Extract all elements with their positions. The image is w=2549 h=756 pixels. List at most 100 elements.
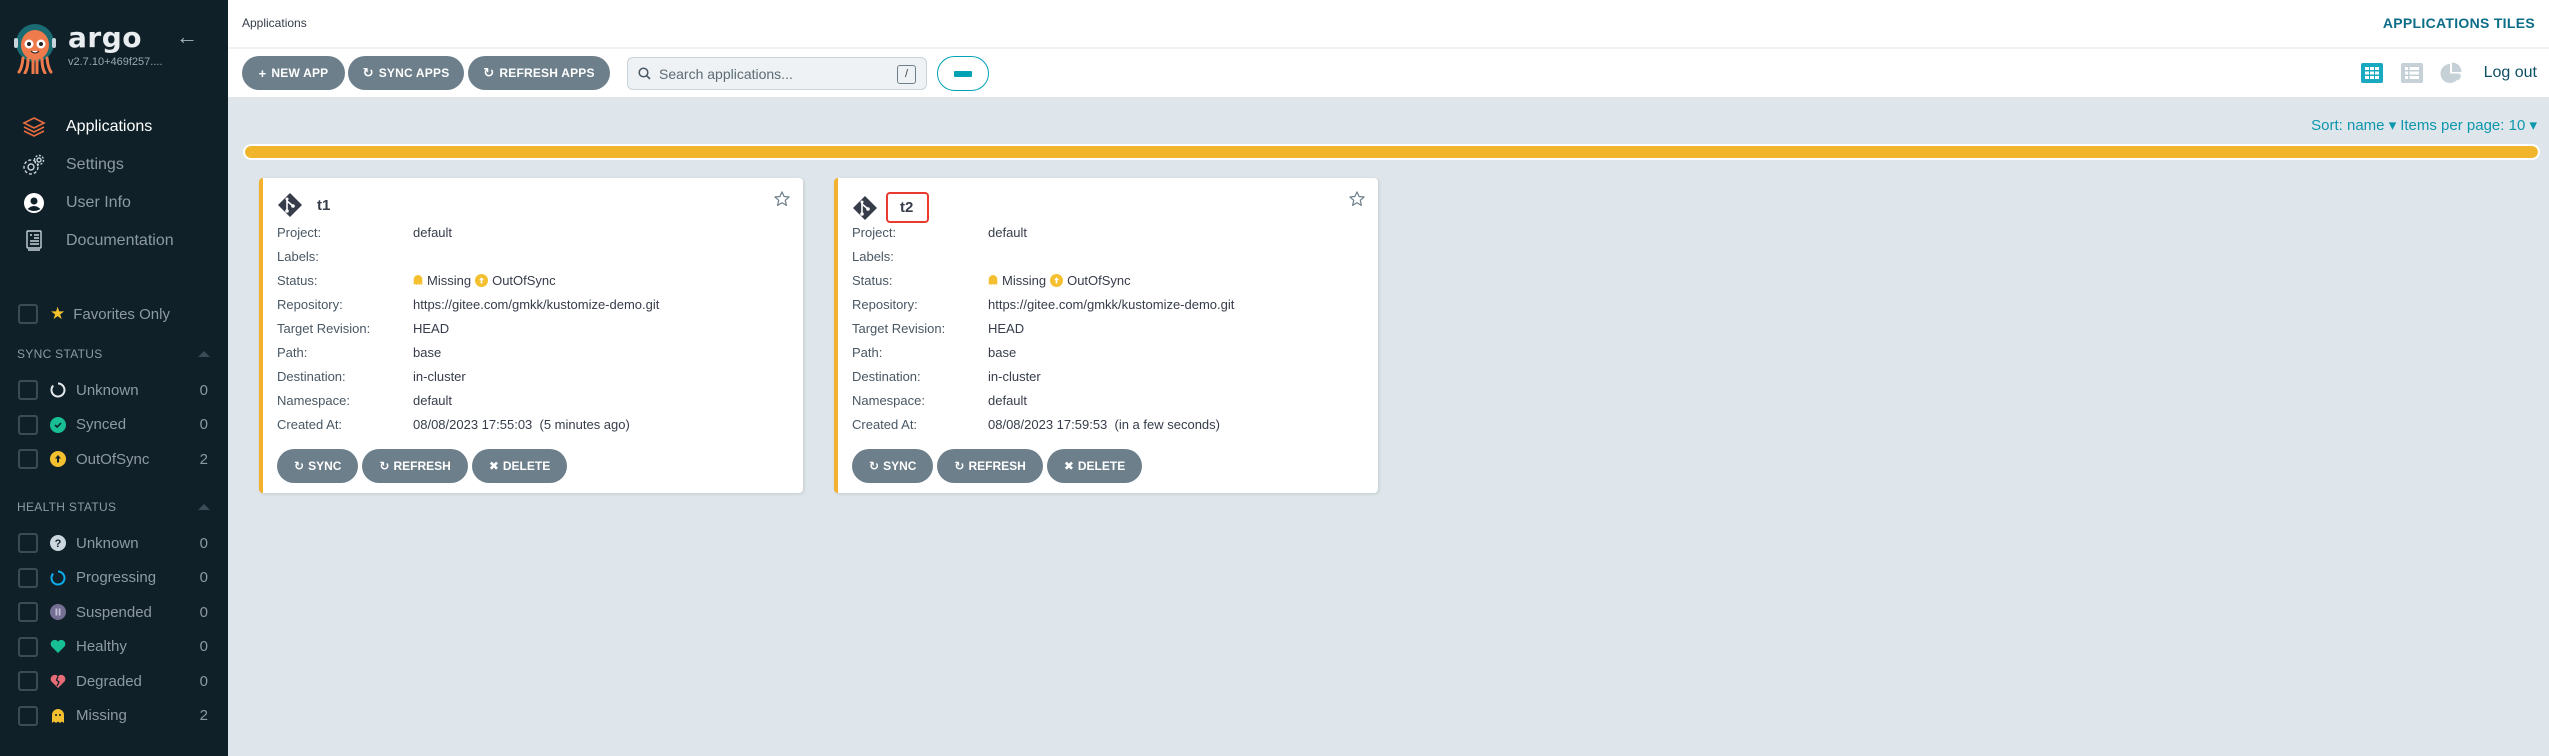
sort-controls: Sort: name ▾ Items per page: 10 ▾	[2311, 116, 2537, 134]
app-tile[interactable]: t1 Project: default Labels: Status: Missi…	[259, 178, 803, 493]
delete-label: DELETE	[502, 459, 551, 473]
detail-value: https://gitee.com/gmkk/kustomize-demo.gi…	[413, 296, 660, 312]
git-icon	[853, 195, 877, 220]
sync-apps-label: SYNC APPS	[378, 66, 450, 80]
collapse-sync-status-toggle[interactable]	[198, 351, 210, 357]
git-icon	[278, 193, 302, 217]
filter-health-missing: Missing 2	[18, 699, 208, 734]
sync-button[interactable]: ↻ SYNC	[852, 449, 934, 483]
search-icon	[638, 67, 651, 80]
app-actions: ↻ SYNC ↻ REFRESH ✖ DELETE	[277, 449, 568, 483]
filter-label: Suspended	[76, 603, 152, 621]
nav-item-user-info[interactable]: User Info	[0, 184, 228, 222]
refresh-label: REFRESH	[968, 459, 1026, 473]
filter-count: 0	[199, 672, 208, 690]
filter-label: Unknown	[76, 534, 139, 552]
favorite-star-button[interactable]	[773, 190, 791, 213]
sync-icon: ↻	[362, 65, 374, 80]
detail-repository: Repository: https://gitee.com/gmkk/kustom…	[852, 292, 1234, 316]
filter-checkbox[interactable]	[18, 636, 38, 657]
detail-value: 08/08/2023 17:55:03 (5 minutes ago)	[413, 416, 630, 432]
breadcrumb[interactable]: Applications	[242, 16, 307, 30]
detail-value: default	[413, 224, 453, 240]
detail-status: Status: Missing OutOfSync	[852, 268, 1234, 292]
filter-checkbox[interactable]	[18, 533, 38, 554]
delete-button[interactable]: ✖ DELETE	[1046, 449, 1143, 483]
app-details: Project: default Labels: Status: Missing …	[277, 220, 659, 436]
filter-count: 0	[199, 569, 208, 587]
redo-icon: ↻	[483, 65, 495, 80]
filter-health-healthy: Healthy 0	[18, 630, 208, 665]
refresh-button[interactable]: ↻ REFRESH	[937, 449, 1043, 483]
filter-checkbox[interactable]	[18, 602, 38, 623]
search-input[interactable]	[659, 65, 884, 82]
sync-button[interactable]: ↻ SYNC	[277, 449, 359, 483]
refresh-apps-button[interactable]: ↻ REFRESH APPS	[468, 56, 610, 90]
sort-dropdown[interactable]: Sort: name ▾	[2311, 116, 2396, 134]
detail-value: base	[413, 344, 442, 360]
filter-checkbox[interactable]	[18, 705, 38, 726]
detail-key: Created At:	[852, 416, 918, 432]
favorite-star-button[interactable]	[1348, 190, 1366, 213]
detail-created-at: Created At: 08/08/2023 17:59:53 (in a few…	[852, 412, 1234, 436]
delete-button[interactable]: ✖ DELETE	[471, 449, 568, 483]
health-status-filters: ? Unknown 0 Progressing 0 Suspended 0 He…	[18, 526, 208, 733]
view-list-button[interactable]	[2400, 61, 2424, 85]
arrow-circle-up-icon	[50, 451, 66, 468]
filters-toggle-button[interactable]	[937, 56, 989, 91]
filter-checkbox[interactable]	[18, 449, 38, 470]
logout-link[interactable]: Log out	[2484, 64, 2537, 82]
nav-item-documentation[interactable]: Documentation	[0, 222, 228, 260]
times-circle-icon: ✖	[488, 459, 499, 473]
search-box: /	[627, 57, 927, 90]
filter-checkbox[interactable]	[18, 414, 38, 435]
collapse-sidebar-button[interactable]: ←	[176, 24, 198, 50]
new-app-button[interactable]: + NEW APP	[242, 56, 345, 90]
filter-sync-unknown: Unknown 0	[18, 373, 208, 408]
gears-icon	[22, 153, 46, 177]
items-per-page-dropdown[interactable]: Items per page: 10 ▾	[2400, 116, 2537, 134]
filter-count: 0	[199, 638, 208, 656]
ghost-icon	[413, 275, 423, 285]
filter-health-degraded: Degraded 0	[18, 664, 208, 699]
filter-count: 0	[199, 381, 208, 399]
redo-icon: ↻	[379, 459, 390, 473]
detail-key: Project:	[277, 224, 322, 240]
ruler-icon	[954, 70, 972, 77]
heart-icon	[50, 639, 66, 655]
detail-value: in-cluster	[988, 368, 1041, 384]
app-details: Project: default Labels: Status: Missing …	[852, 220, 1234, 436]
app-name[interactable]: t1	[317, 193, 338, 218]
favorites-checkbox[interactable]	[18, 304, 38, 324]
view-summary-button[interactable]	[2440, 61, 2464, 85]
nav-label: User Info	[66, 194, 131, 211]
collapse-health-status-toggle[interactable]	[198, 504, 210, 510]
detail-value: default	[988, 392, 1028, 408]
detail-value: default	[988, 224, 1028, 240]
plus-icon: +	[258, 65, 267, 81]
refresh-button[interactable]: ↻ REFRESH	[362, 449, 468, 483]
refresh-label: REFRESH	[393, 459, 451, 473]
nav-item-settings[interactable]: Settings	[0, 146, 228, 184]
star-outline-icon	[1349, 191, 1365, 206]
filter-checkbox[interactable]	[18, 380, 38, 401]
view-switcher	[2360, 61, 2464, 85]
detail-key: Namespace:	[852, 392, 925, 408]
filter-checkbox[interactable]	[18, 567, 38, 588]
nav-label: Documentation	[66, 232, 174, 249]
view-tiles-button[interactable]	[2360, 61, 2384, 85]
detail-status: Status: Missing OutOfSync	[277, 268, 659, 292]
detail-value: in-cluster	[413, 368, 466, 384]
argo-logo-icon	[14, 22, 56, 75]
circle-notch-icon	[50, 382, 66, 398]
detail-key: Repository:	[277, 296, 343, 312]
filter-checkbox[interactable]	[18, 671, 38, 692]
detail-value: HEAD	[413, 320, 450, 336]
app-tile[interactable]: t2 Project: default Labels: Status: Missi…	[834, 178, 1378, 493]
detail-namespace: Namespace: default	[277, 388, 659, 412]
sync-label: SYNC	[883, 459, 917, 473]
sync-status-label: OutOfSync	[1067, 272, 1131, 288]
app-name[interactable]: t2	[886, 192, 930, 223]
sync-apps-button[interactable]: ↻ SYNC APPS	[348, 56, 464, 90]
nav-item-applications[interactable]: Applications	[0, 108, 228, 146]
